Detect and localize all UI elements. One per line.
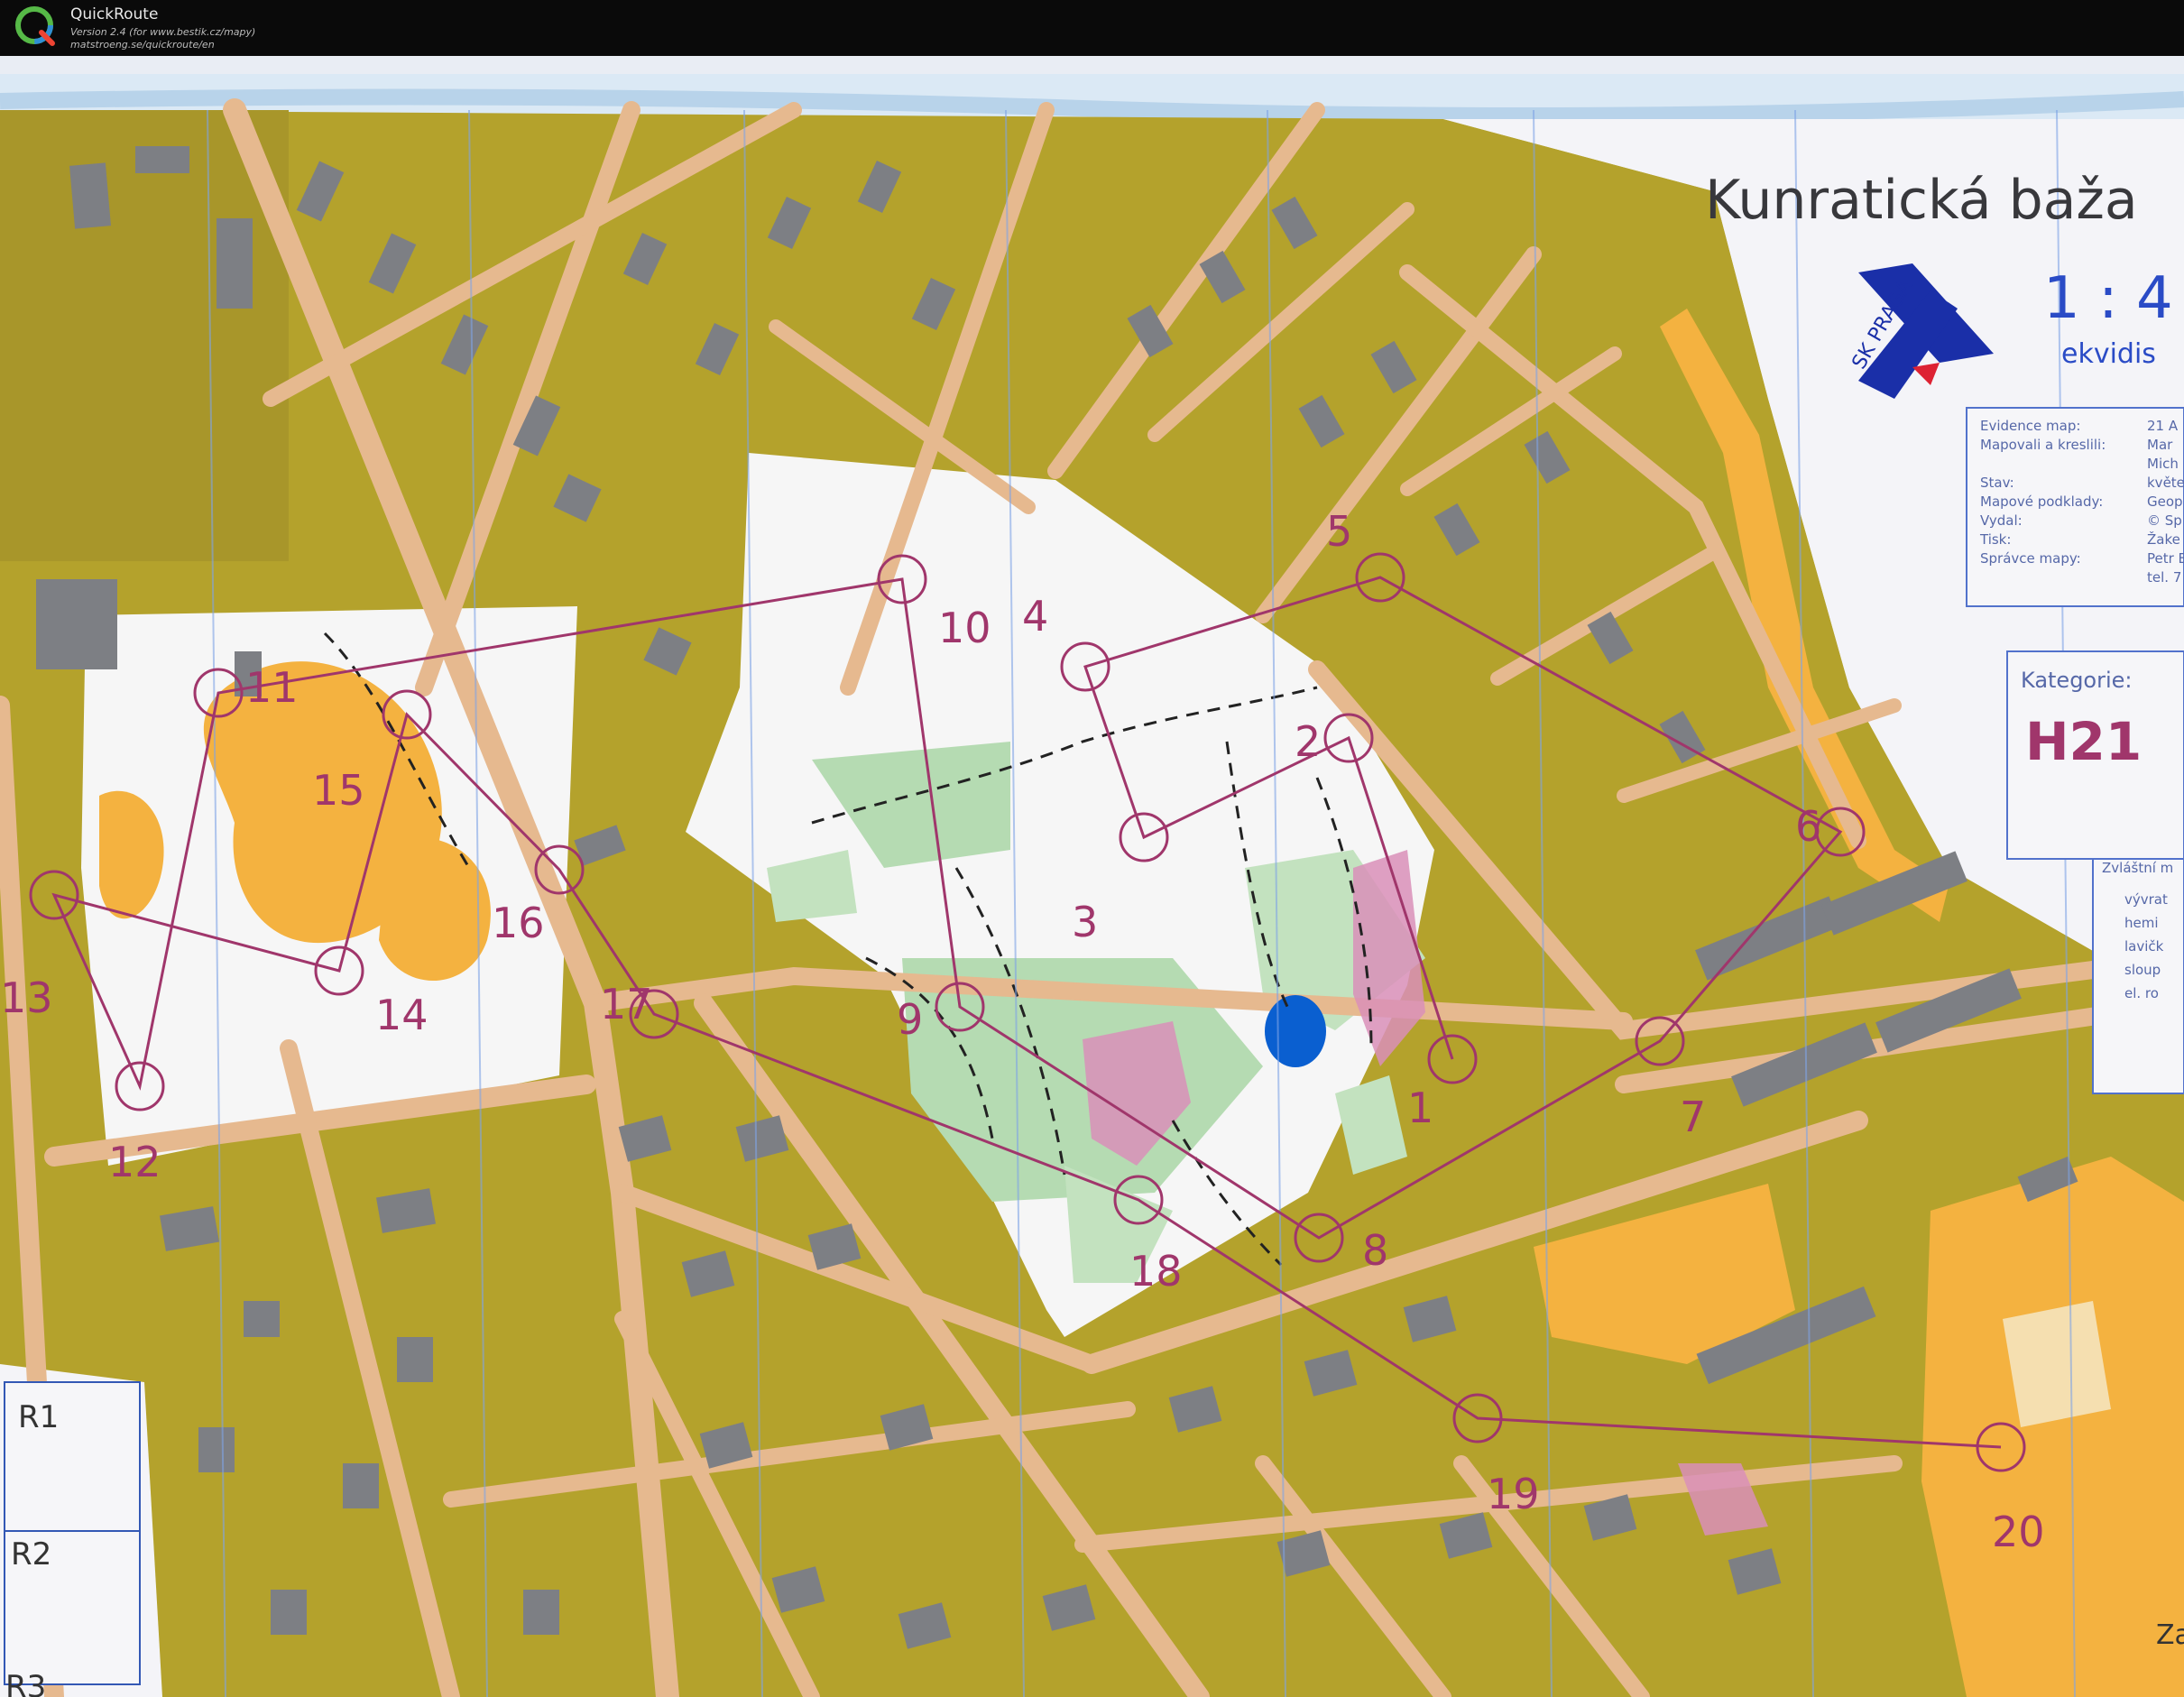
equidistance-label: ekvidis — [2061, 338, 2156, 370]
legend-item: hemi — [2124, 915, 2159, 931]
relay-label: R1 — [18, 1399, 59, 1435]
bottom-right-text: Za — [2156, 1619, 2184, 1651]
relay-label: R3 — [5, 1669, 46, 1697]
control-number-5: 5 — [1326, 507, 1352, 556]
map-title: Kunratická baža — [1705, 169, 2138, 232]
app-name: QuickRoute — [70, 5, 159, 23]
info-label: Evidence map: — [1980, 418, 2080, 434]
relay-boxes: R1 R2 R3 — [4, 1381, 141, 1697]
info-value: Mar — [2147, 437, 2173, 453]
control-number-16: 16 — [492, 899, 545, 947]
relay-label: R2 — [11, 1536, 51, 1572]
control-number-20: 20 — [1992, 1508, 2045, 1556]
control-number-13: 13 — [0, 973, 53, 1022]
map-scale: 1 : 4 — [2043, 265, 2173, 332]
control-number-17: 17 — [600, 980, 653, 1028]
control-number-18: 18 — [1129, 1247, 1183, 1296]
category-value: H21 — [2025, 711, 2142, 772]
control-number-8: 8 — [1362, 1226, 1388, 1275]
legend-item: lavičk — [2124, 938, 2164, 955]
control-number-4: 4 — [1022, 592, 1048, 641]
info-label: Tisk: — [1979, 531, 2011, 548]
control-number-7: 7 — [1680, 1093, 1706, 1141]
legend-item: el. ro — [2124, 985, 2159, 1001]
control-number-2: 2 — [1295, 717, 1321, 766]
control-number-9: 9 — [897, 995, 923, 1044]
info-label: Mapové podklady: — [1980, 493, 2103, 510]
legend-item: vývrat — [2124, 891, 2168, 908]
control-number-19: 19 — [1487, 1470, 1540, 1518]
control-number-3: 3 — [1072, 898, 1098, 946]
info-value: květe — [2147, 475, 2184, 491]
info-value: Žake — [2147, 530, 2180, 548]
info-value: Mich — [2147, 456, 2179, 472]
info-value: 21 A — [2147, 418, 2179, 434]
control-number-11: 11 — [245, 663, 299, 712]
quickroute-title-bar: QuickRoute Version 2.4 (for www.bestik.c… — [0, 0, 2184, 56]
control-number-12: 12 — [108, 1138, 161, 1186]
info-value: Geop — [2147, 493, 2183, 510]
legend-item: sloup — [2124, 962, 2161, 978]
info-value: Petr E — [2147, 550, 2184, 567]
control-number-15: 15 — [312, 766, 365, 815]
info-label: Vydal: — [1980, 512, 2023, 529]
map-top-edge — [0, 56, 2184, 74]
url-line: matstroeng.se/quickroute/en — [70, 39, 215, 51]
info-value: © Sp — [2147, 512, 2182, 529]
control-number-14: 14 — [375, 991, 429, 1039]
info-label: Mapovali a kreslili: — [1980, 437, 2106, 453]
info-label: Správce mapy: — [1980, 550, 2081, 567]
version-line: Version 2.4 (for www.bestik.cz/mapy) — [70, 26, 256, 38]
control-number-10: 10 — [938, 604, 991, 652]
pond — [1265, 995, 1326, 1067]
legend-title: Zvláštní m — [2102, 860, 2173, 876]
control-number-6: 6 — [1795, 802, 1821, 851]
control-number-1: 1 — [1407, 1084, 1433, 1132]
info-label: Stav: — [1980, 475, 2014, 491]
quickroute-logo-icon — [15, 6, 55, 46]
category-label: Kategorie: — [2021, 668, 2133, 693]
orienteering-map[interactable]: R1 R2 R3 Kunratická baža SK PRAGA 1 : 4 … — [0, 56, 2184, 1697]
info-value: tel. 7 — [2147, 569, 2181, 586]
